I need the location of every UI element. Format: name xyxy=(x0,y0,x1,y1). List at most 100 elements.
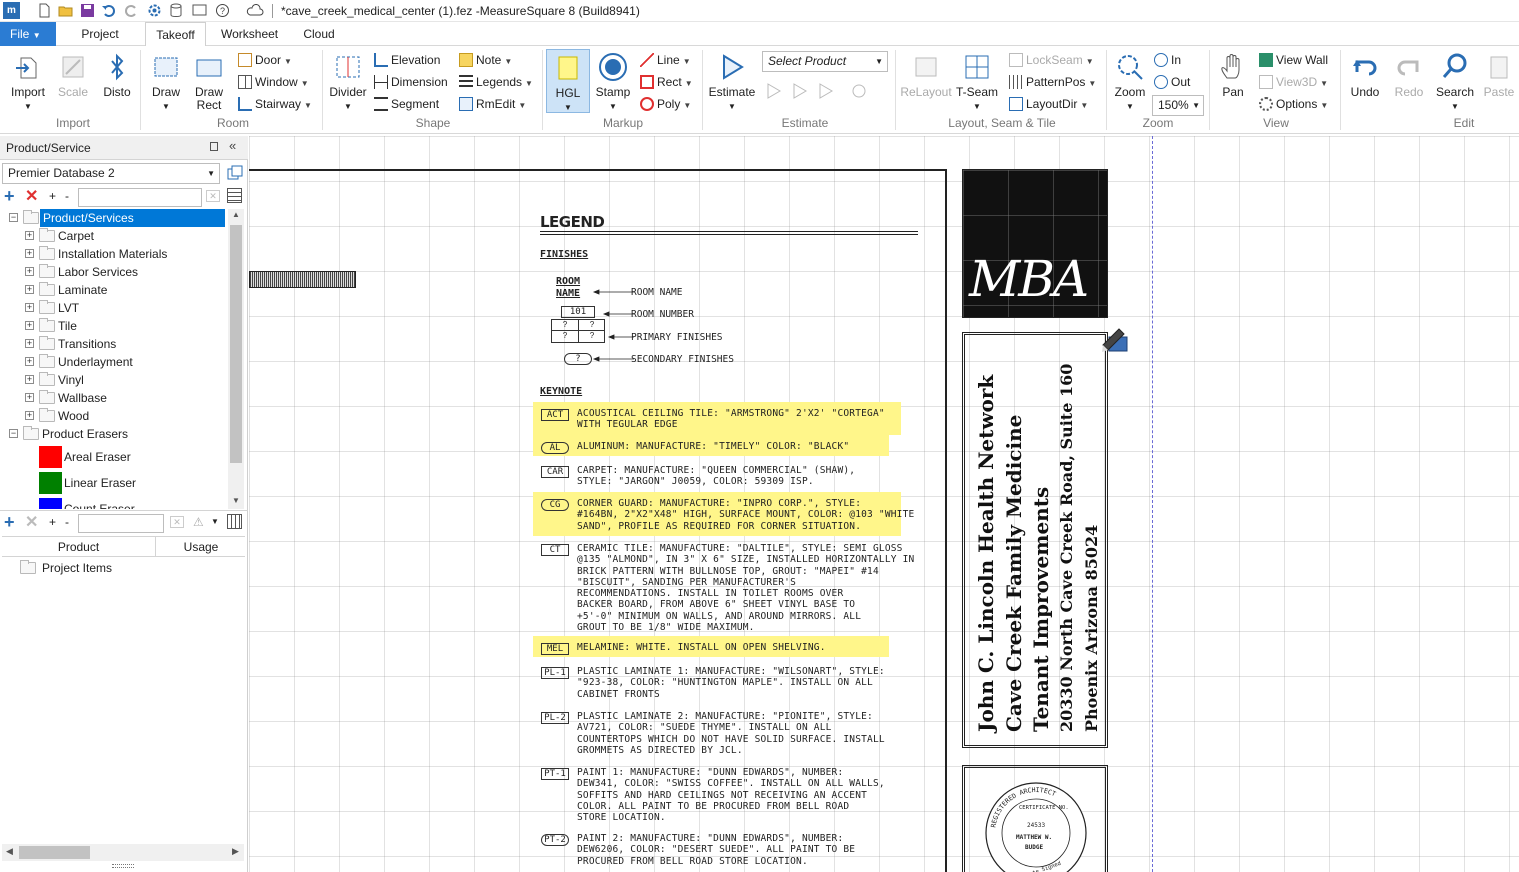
tab-takeoff[interactable]: Takeoff xyxy=(145,22,206,47)
warning-icon[interactable]: ⚠ xyxy=(193,515,204,529)
divider-button[interactable]: Divider ▼ xyxy=(326,52,370,113)
collapse-panel-icon[interactable]: « xyxy=(229,138,236,153)
view-wall-button[interactable]: View Wall xyxy=(1259,51,1328,69)
new-file-icon[interactable] xyxy=(37,3,52,18)
product-filter-input[interactable] xyxy=(78,188,202,207)
draw-button[interactable]: Draw ▼ xyxy=(145,52,187,113)
expand-node-icon[interactable]: + xyxy=(25,231,34,240)
copy-database-icon[interactable] xyxy=(226,164,244,182)
items-grid-icon[interactable] xyxy=(227,514,242,529)
hgl-button[interactable]: HGL ▼ xyxy=(546,49,590,113)
rect-markup-button[interactable]: Rect ▼ xyxy=(640,73,693,91)
expand-node-icon[interactable]: + xyxy=(25,339,34,348)
poly-button[interactable]: Poly ▼ xyxy=(640,95,691,113)
screen-icon[interactable] xyxy=(192,3,207,18)
table-h-scrollbar[interactable]: ◀ ▶ xyxy=(2,844,244,861)
table-h-scrollbar-thumb[interactable] xyxy=(19,846,90,859)
view3d-button[interactable]: View3D ▼ xyxy=(1259,73,1328,91)
tseam-button[interactable]: T-Seam ▼ xyxy=(955,52,999,113)
disto-button[interactable]: Disto xyxy=(97,52,137,99)
undo-button[interactable]: Undo xyxy=(1345,52,1385,99)
expand-node-icon[interactable]: + xyxy=(25,267,34,276)
expand-all-icon[interactable]: + xyxy=(49,189,56,203)
paste-button[interactable]: Paste xyxy=(1479,52,1519,99)
options-button[interactable]: Options ▼ xyxy=(1259,95,1328,113)
view3d-icon xyxy=(1259,75,1273,89)
draw-rect-button[interactable]: Draw Rect xyxy=(188,52,230,112)
save-icon[interactable] xyxy=(80,3,95,18)
delete-item-icon[interactable]: ✕ xyxy=(25,512,38,532)
resize-grip[interactable] xyxy=(112,864,134,868)
note-button[interactable]: Note ▼ xyxy=(459,51,512,69)
expand-node-icon[interactable]: + xyxy=(25,411,34,420)
rmedit-button[interactable]: RmEdit ▼ xyxy=(459,95,526,113)
clear-items-filter-icon[interactable]: ✕ xyxy=(170,516,184,528)
elevation-button[interactable]: Elevation xyxy=(374,51,440,69)
window-button[interactable]: Window ▼ xyxy=(238,73,309,91)
expand-node-icon[interactable]: + xyxy=(25,393,34,402)
expand-node-icon[interactable]: + xyxy=(25,285,34,294)
drawing-canvas[interactable]: LEGEND FINISHES ROOM NAME 101 ? ? ? ? ? … xyxy=(249,136,1519,872)
delete-product-icon[interactable]: ✕ xyxy=(25,186,38,206)
warning-dropdown-icon[interactable]: ▼ xyxy=(211,517,219,526)
column-usage[interactable]: Usage xyxy=(157,537,245,557)
collapse-node-icon[interactable]: − xyxy=(9,429,18,438)
collapse-node-icon[interactable]: − xyxy=(9,213,18,222)
collapse-all-icon[interactable]: - xyxy=(65,189,69,203)
help-icon[interactable]: ? xyxy=(215,3,230,18)
segment-button[interactable]: Segment xyxy=(374,95,439,113)
grid-view-icon[interactable] xyxy=(227,188,242,203)
zoom-out-button[interactable]: Out xyxy=(1154,73,1190,91)
dimension-button[interactable]: Dimension xyxy=(374,73,448,91)
collapse-items-icon[interactable]: - xyxy=(65,515,69,529)
add-item-icon[interactable]: + xyxy=(4,512,15,533)
expand-node-icon[interactable]: + xyxy=(25,321,34,330)
select-product-combo[interactable]: Select Product ▼ xyxy=(762,51,888,72)
add-product-icon[interactable]: + xyxy=(4,186,15,207)
column-product[interactable]: Product xyxy=(2,537,156,557)
database-select[interactable]: Premier Database 2 ▼ xyxy=(2,163,220,184)
tree-scrollbar-thumb[interactable] xyxy=(230,225,242,463)
items-filter-input[interactable] xyxy=(78,514,164,533)
search-button[interactable]: Search ▼ xyxy=(1433,52,1477,113)
settings-gear-icon[interactable] xyxy=(147,3,162,18)
pin-panel-icon[interactable] xyxy=(210,142,218,151)
app-logo-icon[interactable]: m xyxy=(3,2,20,19)
open-folder-icon[interactable] xyxy=(58,3,73,18)
redo-button[interactable]: Redo xyxy=(1389,52,1429,99)
tree-scrollbar[interactable]: ▲ ▼ xyxy=(228,209,244,509)
zoom-level-combo[interactable]: 150% ▼ xyxy=(1152,95,1204,116)
keynote-tag: ACT xyxy=(541,409,569,421)
legends-button[interactable]: Legends ▼ xyxy=(459,73,533,91)
relayout-button[interactable]: ReLayout xyxy=(899,52,953,99)
stamp-button[interactable]: Stamp ▼ xyxy=(592,52,634,113)
zoom-button[interactable]: Zoom ▼ xyxy=(1110,52,1150,113)
door-button[interactable]: Door ▼ xyxy=(238,51,292,69)
estimate-button[interactable]: Estimate ▼ xyxy=(706,52,758,113)
import-button[interactable]: Import ▼ xyxy=(6,52,50,113)
database-icon[interactable] xyxy=(169,3,184,18)
undo-icon[interactable] xyxy=(101,3,116,18)
redo-icon[interactable] xyxy=(124,3,139,18)
expand-node-icon[interactable]: + xyxy=(25,357,34,366)
expand-node-icon[interactable]: + xyxy=(25,303,34,312)
tab-cloud[interactable]: Cloud xyxy=(293,22,345,46)
layoutdir-button[interactable]: LayoutDir ▼ xyxy=(1009,95,1088,113)
expand-node-icon[interactable]: + xyxy=(25,375,34,384)
pan-button[interactable]: Pan xyxy=(1213,52,1253,99)
tree-root-products[interactable]: − Product/Services xyxy=(2,209,228,227)
tab-project-info[interactable]: Project Info xyxy=(62,22,138,65)
file-menu-button[interactable]: File ▼ xyxy=(0,22,56,46)
expand-node-icon[interactable]: + xyxy=(25,249,34,258)
cloud-icon[interactable] xyxy=(246,3,264,18)
patternpos-button[interactable]: PatternPos ▼ xyxy=(1009,73,1096,91)
zoom-in-button[interactable]: In xyxy=(1154,51,1181,69)
stairway-button[interactable]: Stairway ▼ xyxy=(238,95,312,113)
expand-items-icon[interactable]: + xyxy=(49,515,56,529)
clear-filter-icon[interactable]: ✕ xyxy=(206,190,220,202)
eraser-color-swatch xyxy=(39,498,62,509)
tab-worksheet[interactable]: Worksheet xyxy=(213,22,285,46)
line-button[interactable]: Line ▼ xyxy=(640,51,691,69)
lockseam-button[interactable]: LockSeam ▼ xyxy=(1009,51,1094,69)
scale-button[interactable]: Scale xyxy=(53,52,93,99)
